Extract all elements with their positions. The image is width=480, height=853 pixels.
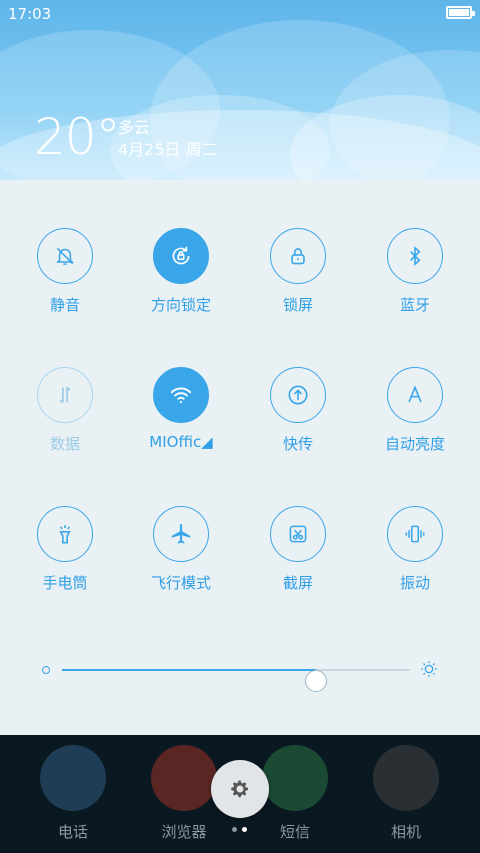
gear-icon xyxy=(231,780,248,798)
camera-icon xyxy=(373,745,439,811)
dock-app-label: 浏览器 xyxy=(161,823,207,841)
airplane-icon xyxy=(153,506,209,562)
toggle-label: 快传 xyxy=(282,435,313,453)
page-indicator xyxy=(232,827,252,833)
brightness-slider-handle[interactable] xyxy=(305,670,328,692)
toggle-quick-share[interactable]: 快传 xyxy=(238,367,358,454)
dock-app-camera[interactable]: 相机 xyxy=(361,745,451,842)
share-upload-icon xyxy=(270,367,326,423)
vibrate-icon xyxy=(387,506,443,562)
toggle-airplane-mode[interactable]: 飞行模式 xyxy=(121,506,241,593)
battery-icon xyxy=(446,6,475,19)
settings-button[interactable] xyxy=(211,760,269,818)
brightness-low-icon xyxy=(42,666,50,674)
brightness-slider-fill xyxy=(62,669,317,671)
weather-date[interactable]: 4月25日 周二 xyxy=(118,136,218,160)
dock-app-label: 短信 xyxy=(279,823,310,841)
toggle-label: 方向锁定 xyxy=(150,296,211,314)
auto-brightness-icon xyxy=(387,367,443,423)
flashlight-icon xyxy=(37,506,93,562)
dock-app-phone[interactable]: 电话 xyxy=(28,745,118,842)
dock-app-label: 电话 xyxy=(57,823,88,841)
weather-header: 17:03 20° 多云 4月25日 周二 xyxy=(0,0,480,180)
toggle-label: 飞行模式 xyxy=(150,574,211,592)
data-arrows-icon xyxy=(37,367,93,423)
toggle-wifi[interactable]: MIOffic◢ xyxy=(121,367,241,451)
toggle-bluetooth[interactable]: 蓝牙 xyxy=(355,228,475,315)
toggle-label: 锁屏 xyxy=(282,296,313,314)
toggle-label: 数据 xyxy=(49,435,80,453)
toggle-rotation-lock[interactable]: 方向锁定 xyxy=(121,228,241,315)
toggle-label: 静音 xyxy=(49,296,80,314)
weather-temperature[interactable]: 20° xyxy=(34,108,121,166)
status-time: 17:03 xyxy=(8,5,52,23)
status-bar: 17:03 xyxy=(0,0,480,28)
toggle-lock-screen[interactable]: 锁屏 xyxy=(238,228,358,315)
weather-condition[interactable]: 多云 xyxy=(118,114,150,138)
toggle-auto-brightness[interactable]: 自动亮度 xyxy=(355,367,475,454)
toggle-label: 振动 xyxy=(399,574,430,592)
bell-muted-icon xyxy=(37,228,93,284)
phone-icon xyxy=(40,745,106,811)
screenshot-icon xyxy=(270,506,326,562)
lock-icon xyxy=(270,228,326,284)
toggle-mobile-data[interactable]: 数据 xyxy=(5,367,125,454)
toggle-label: MIOffic◢ xyxy=(149,433,213,451)
toggle-vibrate[interactable]: 振动 xyxy=(355,506,475,593)
toggle-label: 自动亮度 xyxy=(384,435,445,453)
toggle-flashlight[interactable]: 手电筒 xyxy=(5,506,125,593)
brightness-control xyxy=(40,658,440,692)
toggle-label: 蓝牙 xyxy=(399,296,430,314)
brightness-slider[interactable] xyxy=(62,669,410,692)
quick-settings-panel: 静音 方向锁定 锁屏 蓝牙 数据 MIOffic◢ 快传 自动亮度 手电筒 飞行… xyxy=(0,180,480,735)
wifi-icon xyxy=(153,367,209,423)
rotation-lock-icon xyxy=(153,228,209,284)
toggle-label: 手电筒 xyxy=(42,574,88,592)
toggle-silent[interactable]: 静音 xyxy=(5,228,125,315)
bluetooth-icon xyxy=(387,228,443,284)
toggle-label: 截屏 xyxy=(282,574,313,592)
message-icon xyxy=(262,745,328,811)
brightness-high-icon xyxy=(421,661,437,677)
dock-app-label: 相机 xyxy=(390,823,421,841)
toggle-screenshot[interactable]: 截屏 xyxy=(238,506,358,593)
browser-icon xyxy=(151,745,217,811)
